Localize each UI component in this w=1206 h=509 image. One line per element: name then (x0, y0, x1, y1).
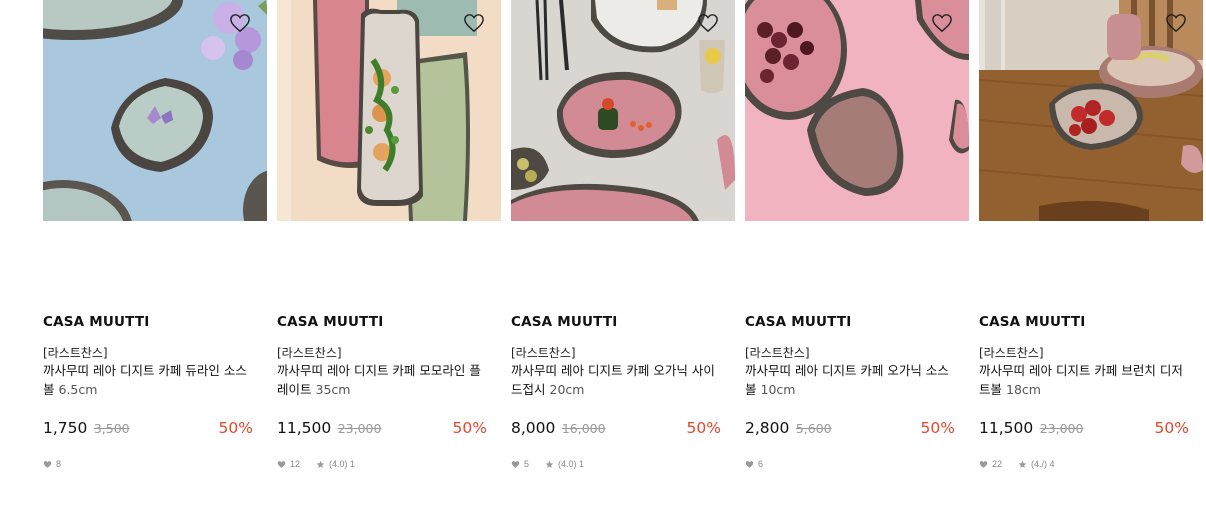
discount-rate: 50% (920, 419, 955, 437)
product-meta: 8 (43, 458, 61, 470)
sale-price: 2,800 (745, 419, 790, 437)
price-row: 2,800 5,600 50% (745, 419, 955, 439)
star-icon (545, 460, 554, 468)
wishlist-heart-icon[interactable] (931, 13, 953, 35)
product-image[interactable] (511, 0, 735, 221)
product-name-text: 까사무띠 레아 디지트 카페 모모라인 플레이트 (277, 363, 481, 397)
like-heart-icon (979, 460, 988, 468)
product-meta: 5 (4.0) 1 (511, 458, 584, 470)
rating-text: (4.0) 1 (329, 459, 356, 469)
product-tag: [라스트찬스] (745, 346, 810, 360)
product-name[interactable]: 까사무띠 레아 디지트 카페 듀라인 소스볼 6.5cm (43, 361, 257, 399)
original-price: 16,000 (561, 421, 606, 436)
product-tag: [라스트찬스] (511, 346, 576, 360)
original-price: 5,600 (795, 421, 832, 436)
like-count: 8 (56, 459, 62, 469)
product-card[interactable]: CASA MUUTTI [라스트찬스] 까사무띠 레아 디지트 카페 모모라인 … (277, 0, 501, 509)
discount-rate: 50% (452, 419, 487, 437)
star-icon (1018, 460, 1027, 468)
product-size: 20cm (549, 382, 585, 397)
price-row: 8,000 16,000 50% (511, 419, 721, 439)
like-heart-icon (511, 460, 520, 468)
discount-rate: 50% (218, 419, 253, 437)
discount-rate: 50% (686, 419, 721, 437)
product-card[interactable]: CASA MUUTTI [라스트찬스] 까사무띠 레아 디지트 카페 오가닉 소… (745, 0, 969, 509)
product-size: 10cm (760, 382, 796, 397)
product-brand[interactable]: CASA MUUTTI (43, 314, 150, 330)
product-image[interactable] (43, 0, 267, 221)
product-image[interactable] (277, 0, 501, 221)
wishlist-heart-icon[interactable] (1165, 13, 1187, 35)
original-price: 23,000 (337, 421, 382, 436)
sale-price: 1,750 (43, 419, 88, 437)
product-tag: [라스트찬스] (277, 346, 342, 360)
wishlist-heart-icon[interactable] (697, 13, 719, 35)
sale-price: 11,500 (277, 419, 332, 437)
star-icon (316, 460, 325, 468)
product-tag: [라스트찬스] (43, 346, 108, 360)
product-brand[interactable]: CASA MUUTTI (277, 314, 384, 330)
like-heart-icon (745, 460, 754, 468)
wishlist-heart-icon[interactable] (229, 13, 251, 35)
discount-rate: 50% (1154, 419, 1189, 437)
product-card[interactable]: CASA MUUTTI [라스트찬스] 까사무띠 레아 디지트 카페 오가닉 사… (511, 0, 735, 509)
product-size: 6.5cm (58, 382, 98, 397)
price-row: 11,500 23,000 50% (979, 419, 1189, 439)
product-name[interactable]: 까사무띠 레아 디지트 카페 브런치 디저트볼 18cm (979, 361, 1193, 399)
product-size: 35cm (315, 382, 351, 397)
product-card[interactable]: CASA MUUTTI [라스트찬스] 까사무띠 레아 디지트 카페 브런치 디… (979, 0, 1203, 509)
like-heart-icon (43, 460, 52, 468)
product-name[interactable]: 까사무띠 레아 디지트 카페 오가닉 소스볼 10cm (745, 361, 959, 399)
product-meta: 22 (4./) 4 (979, 458, 1055, 470)
like-count: 12 (290, 459, 301, 469)
like-count: 22 (992, 459, 1003, 469)
price-row: 1,750 3,500 50% (43, 419, 253, 439)
product-meta: 6 (745, 458, 763, 470)
product-name-text: 까사무띠 레아 디지트 카페 오가닉 사이드접시 (511, 363, 715, 397)
product-tag: [라스트찬스] (979, 346, 1044, 360)
product-image[interactable] (745, 0, 969, 221)
product-size: 18cm (1006, 382, 1041, 397)
sale-price: 8,000 (511, 419, 556, 437)
product-brand[interactable]: CASA MUUTTI (745, 314, 852, 330)
product-card[interactable]: CASA MUUTTI [라스트찬스] 까사무띠 레아 디지트 카페 듀라인 소… (43, 0, 267, 509)
original-price: 3,500 (93, 421, 130, 436)
product-grid: CASA MUUTTI [라스트찬스] 까사무띠 레아 디지트 카페 듀라인 소… (43, 0, 1203, 509)
price-row: 11,500 23,000 50% (277, 419, 487, 439)
like-heart-icon (277, 460, 286, 468)
like-count: 5 (524, 459, 530, 469)
like-count: 6 (758, 459, 764, 469)
product-brand[interactable]: CASA MUUTTI (511, 314, 618, 330)
original-price: 23,000 (1039, 421, 1084, 436)
product-name[interactable]: 까사무띠 레아 디지트 카페 모모라인 플레이트 35cm (277, 361, 491, 399)
product-brand[interactable]: CASA MUUTTI (979, 314, 1086, 330)
rating-text: (4./) 4 (1031, 459, 1055, 469)
product-meta: 12 (4.0) 1 (277, 458, 355, 470)
product-name[interactable]: 까사무띠 레아 디지트 카페 오가닉 사이드접시 20cm (511, 361, 725, 399)
sale-price: 11,500 (979, 419, 1034, 437)
product-image[interactable] (979, 0, 1203, 221)
wishlist-heart-icon[interactable] (463, 13, 485, 35)
rating-text: (4.0) 1 (558, 459, 585, 469)
